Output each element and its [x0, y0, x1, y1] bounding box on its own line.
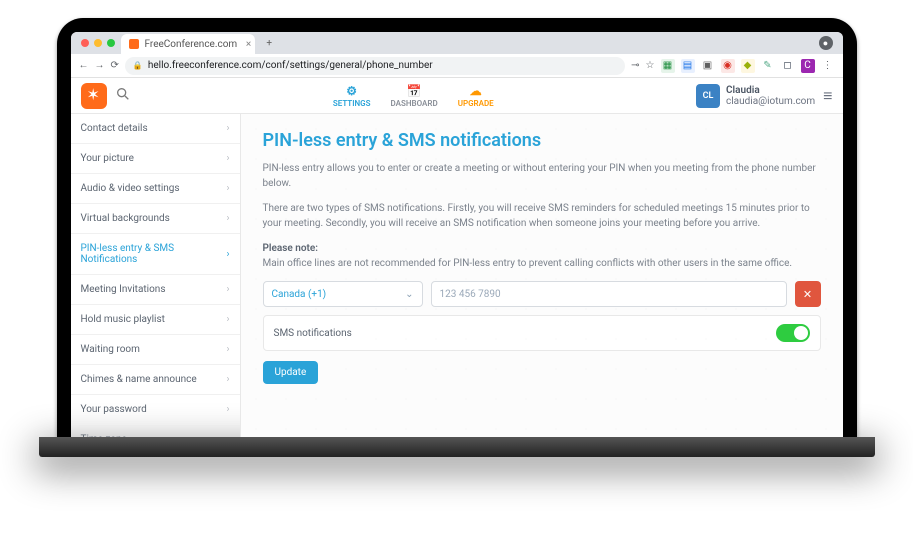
app-logo-icon[interactable]: [81, 83, 107, 109]
close-window-icon[interactable]: [81, 39, 89, 47]
browser-toolbar: ← → ⟳ 🔒 hello.freeconference.com/conf/se…: [71, 54, 843, 78]
laptop-base: [39, 437, 875, 457]
maximize-window-icon[interactable]: [107, 39, 115, 47]
sidebar-item[interactable]: Chimes & name announce ›: [71, 365, 240, 395]
chevron-right-icon: ›: [226, 213, 229, 224]
chevron-right-icon: ›: [226, 374, 229, 385]
window-traffic-lights: [75, 39, 121, 47]
url-text: hello.freeconference.com/conf/settings/g…: [148, 60, 433, 71]
sidebar-item-label: Waiting room: [81, 344, 140, 355]
user-menu[interactable]: CL Claudia claudia@iotum.com: [696, 84, 815, 108]
sms-toggle[interactable]: [776, 324, 810, 342]
sidebar-item[interactable]: Your password ›: [71, 395, 240, 425]
sidebar-item[interactable]: Time zone ›: [71, 425, 240, 437]
sidebar-item-label: Your picture: [81, 153, 134, 164]
extension-icon[interactable]: ✎: [761, 59, 775, 73]
chevron-down-icon: ⌄: [405, 289, 413, 300]
sidebar-item[interactable]: Waiting room ›: [71, 335, 240, 365]
settings-main: PIN-less entry & SMS notifications PIN-l…: [241, 114, 843, 437]
chevron-right-icon: ›: [226, 284, 229, 295]
nav-dashboard[interactable]: 📅 DASHBOARD: [391, 84, 438, 108]
sidebar-item[interactable]: Hold music playlist ›: [71, 305, 240, 335]
nav-settings[interactable]: ⚙ SETTINGS: [333, 84, 371, 108]
extension-icon[interactable]: ◻: [781, 59, 795, 73]
pinterest-icon[interactable]: ◉: [721, 59, 735, 73]
sidebar-item-label: Hold music playlist: [81, 314, 165, 325]
forward-icon[interactable]: →: [95, 60, 105, 71]
chevron-right-icon: ›: [226, 249, 229, 260]
extension-icon[interactable]: ◆: [741, 59, 755, 73]
settings-sidebar: Contact details›Your picture›Audio & vid…: [71, 114, 241, 437]
country-code-select[interactable]: Canada (+1) ⌄: [263, 281, 423, 307]
sidebar-item-label: Contact details: [81, 123, 148, 134]
extension-icon[interactable]: ▣: [701, 59, 715, 73]
sidebar-item[interactable]: Contact details ›: [71, 114, 240, 144]
country-code-value: Canada (+1): [272, 289, 327, 300]
gear-icon: ⚙: [346, 84, 357, 98]
app-header: ⚙ SETTINGS 📅 DASHBOARD ☁ UPGRADE CL Clau…: [71, 78, 843, 114]
nav-upgrade[interactable]: ☁ UPGRADE: [458, 84, 494, 108]
new-tab-button[interactable]: +: [261, 38, 277, 49]
chevron-right-icon: ›: [226, 123, 229, 134]
user-name: Claudia: [726, 85, 815, 96]
extension-icons: ▦ ▤ ▣ ◉ ◆ ✎ ◻ C ⋮: [661, 59, 835, 73]
star-icon[interactable]: ☆: [646, 60, 655, 71]
phone-placeholder: 123 456 7890: [440, 289, 501, 300]
profile-avatar-icon[interactable]: C: [801, 59, 815, 73]
page-intro-1: PIN-less entry allows you to enter or cr…: [263, 161, 821, 191]
key-icon[interactable]: ⊸: [631, 60, 639, 71]
chevron-right-icon: ›: [226, 314, 229, 325]
guest-indicator-icon[interactable]: ●: [819, 36, 833, 50]
page-intro-2: There are two types of SMS notifications…: [263, 201, 821, 231]
sidebar-item[interactable]: Meeting Invitations ›: [71, 275, 240, 305]
address-bar[interactable]: 🔒 hello.freeconference.com/conf/settings…: [125, 57, 625, 75]
browser-tab[interactable]: FreeConference.com ×: [121, 34, 256, 54]
sidebar-item-label: Chimes & name announce: [81, 374, 197, 385]
browser-menu-icon[interactable]: ⋮: [821, 59, 835, 73]
sidebar-item[interactable]: Audio & video settings ›: [71, 174, 240, 204]
chevron-right-icon: ›: [226, 404, 229, 415]
chevron-right-icon: ›: [226, 344, 229, 355]
note-text: Main office lines are not recommended fo…: [263, 258, 793, 269]
nav-label: SETTINGS: [333, 99, 371, 108]
nav-label: UPGRADE: [458, 99, 494, 108]
minimize-window-icon[interactable]: [94, 39, 102, 47]
hamburger-menu-icon[interactable]: ≡: [823, 86, 832, 106]
reload-icon[interactable]: ⟳: [111, 60, 119, 71]
phone-number-input[interactable]: 123 456 7890: [431, 281, 787, 307]
user-info: Claudia claudia@iotum.com: [726, 85, 815, 107]
lock-icon: 🔒: [133, 61, 143, 70]
chevron-right-icon: ›: [226, 153, 229, 164]
note-label: Please note:: [263, 243, 318, 254]
close-icon: ✕: [803, 288, 812, 301]
extension-icon[interactable]: ▤: [681, 59, 695, 73]
sidebar-item-label: PIN-less entry & SMS Notifications: [81, 243, 227, 265]
sidebar-item-label: Time zone: [81, 434, 127, 437]
chevron-right-icon: ›: [226, 183, 229, 194]
tab-title: FreeConference.com: [145, 39, 238, 50]
remove-phone-button[interactable]: ✕: [795, 281, 821, 307]
back-icon[interactable]: ←: [79, 60, 89, 71]
sidebar-item-label: Meeting Invitations: [81, 284, 166, 295]
page-title: PIN-less entry & SMS notifications: [263, 130, 821, 151]
search-icon[interactable]: [115, 86, 131, 106]
sidebar-item[interactable]: PIN-less entry & SMS Notifications›: [71, 234, 240, 275]
cloud-icon: ☁: [470, 84, 482, 98]
extension-icon[interactable]: ▦: [661, 59, 675, 73]
sidebar-item[interactable]: Your picture ›: [71, 144, 240, 174]
user-email: claudia@iotum.com: [726, 96, 815, 107]
sidebar-item-label: Virtual backgrounds: [81, 213, 170, 224]
favicon-icon: [129, 39, 139, 49]
chevron-right-icon: ›: [226, 434, 229, 437]
sidebar-item-label: Audio & video settings: [81, 183, 180, 194]
nav-label: DASHBOARD: [391, 99, 438, 108]
browser-tab-strip: FreeConference.com × + ●: [71, 32, 843, 54]
calendar-icon: 📅: [407, 84, 422, 98]
close-tab-icon[interactable]: ×: [246, 39, 251, 50]
update-button[interactable]: Update: [263, 361, 319, 384]
sms-toggle-label: SMS notifications: [274, 328, 352, 339]
user-avatar: CL: [696, 84, 720, 108]
sidebar-item[interactable]: Virtual backgrounds ›: [71, 204, 240, 234]
sidebar-item-label: Your password: [81, 404, 147, 415]
